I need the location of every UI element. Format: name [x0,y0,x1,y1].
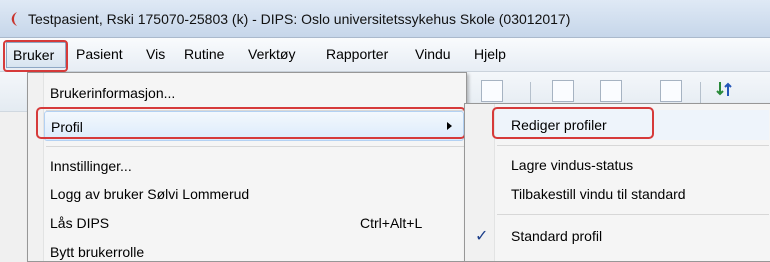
toolbar-icon-window[interactable] [600,80,622,102]
menu-item-logg-av[interactable]: Logg av bruker Sølvi Lommerud [44,179,464,209]
menu-verktoy[interactable]: Verktøy [248,46,295,62]
toolbar-icon-image[interactable] [660,80,682,102]
menu-item-lagre-vindus-status[interactable]: Lagre vindus-status [495,150,769,180]
menu-item-label: Tilbakestill vindu til standard [511,186,686,202]
title-bar: Testpasient, Rski 175070-25803 (k) - DIP… [0,0,770,38]
menu-item-label: Lagre vindus-status [511,157,634,173]
menu-item-bytt-brukerrolle[interactable]: Bytt brukerrolle [44,237,464,262]
menu-rutine[interactable]: Rutine [184,46,224,62]
menu-item-innstillinger[interactable]: Innstillinger... [44,151,464,181]
menu-separator [497,145,769,146]
menu-rapporter[interactable]: Rapporter [326,46,388,62]
rediger-highlight-box [492,107,654,139]
menu-bar: Bruker Pasient Vis Rutine Verktøy Rappor… [0,38,770,72]
bruker-dropdown-menu: Brukerinformasjon... Profil Innstillinge… [27,72,467,262]
menu-item-standard-profil[interactable]: Standard profil [495,221,769,251]
menu-item-tilbakestill-vindu[interactable]: Tilbakestill vindu til standard [495,179,769,209]
window-title: Testpasient, Rski 175070-25803 (k) - DIP… [28,11,571,27]
menu-item-label: Bytt brukerrolle [50,244,145,260]
menu-item-shortcut: Ctrl+Alt+L [360,215,423,231]
menu-gutter [28,73,44,261]
toolbar-icon-calendar[interactable] [481,80,503,102]
bruker-highlight-box [3,40,68,72]
menu-vis[interactable]: Vis [146,46,165,62]
menu-separator [46,146,464,147]
menu-pasient[interactable]: Pasient [76,46,123,62]
sort-icon[interactable] [716,80,734,98]
menu-item-label: Brukerinformasjon... [50,85,176,101]
checkmark-icon: ✓ [475,228,489,245]
menu-item-label: Lås DIPS [50,215,110,231]
menu-hjelp[interactable]: Hjelp [474,46,506,62]
menu-item-label: Logg av bruker Sølvi Lommerud [50,186,250,202]
profil-highlight-box [36,107,466,139]
menu-item-label: Standard profil [511,228,603,244]
toolbar-icon-document[interactable] [552,80,574,102]
dips-app-icon [11,12,17,26]
menu-item-label: Innstillinger... [50,158,132,174]
menu-item-brukerinformasjon[interactable]: Brukerinformasjon... [44,78,464,108]
menu-item-las-dips[interactable]: Lås DIPS Ctrl+Alt+L [44,208,464,238]
menu-separator [497,214,769,215]
menu-vindu[interactable]: Vindu [415,46,451,62]
